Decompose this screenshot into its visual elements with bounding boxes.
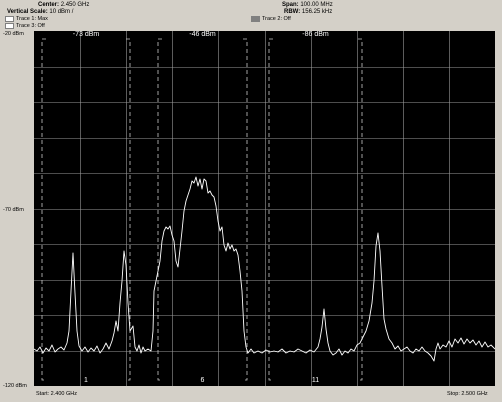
- rbw-readout: RBW: 156.25 kHz: [284, 9, 332, 16]
- spectrum-svg: -73 dBm 1 -46 dBm 6 -86 dBm 11: [34, 31, 495, 386]
- span-label: Span:: [282, 2, 299, 8]
- channel-level-label: -73 dBm: [73, 31, 100, 38]
- y-axis-top-label: -20 dBm: [3, 31, 24, 37]
- legend-trace-1[interactable]: Trace 1: Max: [5, 16, 48, 22]
- rbw-value: 156.25 kHz: [301, 9, 333, 15]
- start-frequency-label: Start: 2.400 GHz: [36, 391, 77, 397]
- channel-level-label: -46 dBm: [189, 31, 216, 38]
- vertical-scale-label: Vertical Scale:: [7, 9, 48, 15]
- vertical-scale-readout: Vertical Scale: 10 dBm /: [7, 9, 73, 16]
- rbw-label: RBW:: [284, 9, 301, 15]
- y-axis-bottom-label: -120 dBm: [3, 383, 27, 389]
- trace-2-swatch-icon: [251, 16, 260, 22]
- header-panel: Center: 2.450 GHz Vertical Scale: 10 dBm…: [0, 0, 502, 30]
- center-label: Center:: [38, 2, 60, 8]
- center-readout: Center: 2.450 GHz: [38, 2, 89, 9]
- y-axis-mid-label: -70 dBm: [3, 207, 24, 213]
- legend-trace-3-label: Trace 3: Off: [16, 23, 45, 29]
- legend-trace-2[interactable]: Trace 2: Off: [251, 16, 291, 22]
- channel-markers: -73 dBm 1 -46 dBm 6 -86 dBm 11: [41, 31, 363, 384]
- legend-trace-3[interactable]: Trace 3: Off: [5, 23, 45, 29]
- channel-number-label: 6: [201, 377, 205, 384]
- channel-number-label: 11: [312, 377, 319, 384]
- channel-level-label: -86 dBm: [302, 31, 329, 38]
- center-value: 2.450 GHz: [60, 2, 90, 8]
- vertical-scale-value: 10 dBm /: [49, 9, 74, 15]
- stop-frequency-label: Stop: 2.500 GHz: [447, 391, 488, 397]
- legend-trace-2-label: Trace 2: Off: [262, 16, 291, 22]
- spectrum-plot[interactable]: -73 dBm 1 -46 dBm 6 -86 dBm 11: [34, 31, 495, 386]
- grid-lines: [34, 31, 495, 386]
- span-readout: Span: 100.00 MHz: [282, 2, 333, 9]
- channel-number-label: 1: [84, 377, 88, 384]
- trace-1-swatch-icon: [5, 16, 14, 22]
- trace-3-swatch-icon: [5, 23, 14, 29]
- legend-trace-1-label: Trace 1: Max: [16, 16, 48, 22]
- span-value: 100.00 MHz: [300, 2, 333, 8]
- spectrum-trace: [34, 176, 495, 362]
